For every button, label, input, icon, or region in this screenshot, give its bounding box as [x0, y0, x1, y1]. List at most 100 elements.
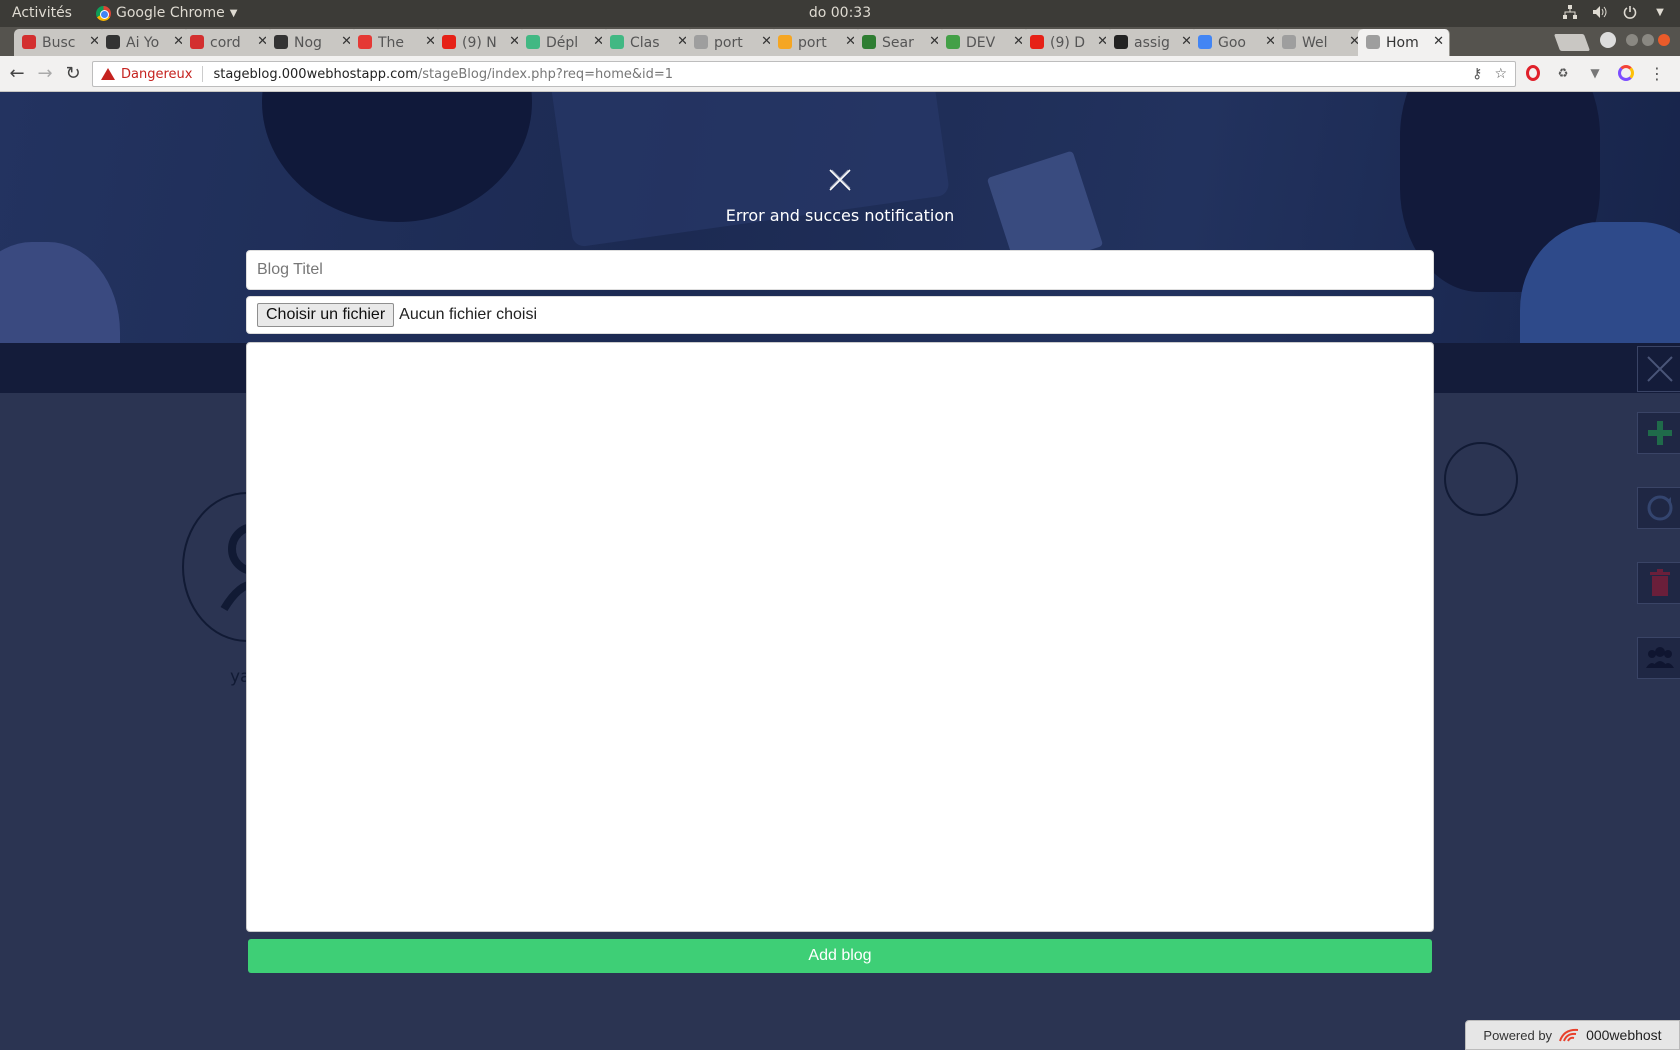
tab-label: Hom — [1386, 34, 1419, 51]
tab-label: Dépl — [546, 34, 579, 51]
powered-by-badge[interactable]: Powered by 000webhost — [1465, 1020, 1680, 1050]
tab-favicon-icon — [190, 35, 204, 49]
chrome-icon — [96, 5, 111, 21]
caret-down-icon: ▼ — [229, 7, 238, 19]
window-close-icon[interactable] — [1658, 34, 1670, 46]
tab-favicon-icon — [22, 35, 36, 49]
tab-favicon-icon — [1282, 35, 1296, 49]
tab-favicon-icon — [694, 35, 708, 49]
color-extension-icon[interactable] — [1618, 65, 1634, 81]
tab-favicon-icon — [1366, 35, 1380, 49]
tab-label: Ai Yo — [126, 34, 160, 51]
add-blog-button[interactable]: Add blog — [248, 939, 1432, 973]
network-icon[interactable] — [1562, 4, 1578, 20]
forward-arrow-icon[interactable]: → — [34, 62, 56, 84]
new-tab-button[interactable] — [1553, 34, 1591, 51]
000webhost-logo-icon — [1559, 1028, 1579, 1042]
tab-strip: Busc ✕ Ai Yo ✕ cord ✕ Nog ✕ The ✕ (9) N ✕ Dépl ✕ Clas ✕… — [0, 27, 1680, 56]
url-host[interactable]: stageblog.000webhostapp.com — [213, 67, 417, 82]
tab-1[interactable]: Ai Yo ✕ — [98, 29, 190, 56]
close-icon[interactable] — [826, 166, 854, 194]
tab-label: DEV — [966, 34, 996, 51]
tab-8[interactable]: port ✕ — [686, 29, 778, 56]
tab-label: Nog — [294, 34, 322, 51]
menu-dots-icon[interactable]: ⋮ — [1648, 64, 1666, 83]
page-content: ya Error and succes notification Choisir… — [0, 92, 1680, 1050]
star-icon[interactable]: ☆ — [1494, 66, 1507, 82]
notification-message: Error and succes notification — [725, 206, 955, 225]
tab-15[interactable]: Wel ✕ — [1274, 29, 1366, 56]
tab-3[interactable]: Nog ✕ — [266, 29, 358, 56]
tab-14[interactable]: Goo ✕ — [1190, 29, 1282, 56]
hero-illustration-head-left — [262, 92, 532, 222]
powered-label: Powered by — [1483, 1027, 1553, 1043]
blog-content-textarea[interactable] — [246, 342, 1434, 932]
sidebar-add-button[interactable] — [1637, 412, 1680, 454]
key-icon[interactable]: ⚷ — [1472, 66, 1482, 82]
recycle-extension-icon[interactable]: ♻ — [1554, 64, 1572, 82]
users-icon — [1646, 647, 1674, 668]
close-icon — [1647, 356, 1673, 382]
sidebar-refresh-button[interactable] — [1637, 487, 1680, 529]
tab-0[interactable]: Busc ✕ — [14, 29, 106, 56]
maximize-icon[interactable] — [1642, 34, 1654, 46]
warning-icon[interactable] — [101, 68, 115, 80]
omnibox[interactable]: Dangereux stageblog.000webhostapp.com /s… — [92, 61, 1516, 87]
tab-12[interactable]: (9) D ✕ — [1022, 29, 1114, 56]
tab-label: Sear — [882, 34, 914, 51]
minimize-icon[interactable] — [1626, 34, 1638, 46]
plus-icon — [1648, 421, 1672, 445]
sidebar-close-button[interactable] — [1637, 346, 1680, 392]
back-arrow-icon[interactable]: ← — [6, 62, 28, 84]
tab-label: Busc — [42, 34, 76, 51]
clock[interactable]: do 00:33 — [0, 5, 1680, 21]
tab-16[interactable]: Hom ✕ — [1358, 29, 1450, 56]
tab-label: port — [714, 34, 743, 51]
activities-button[interactable]: Activités — [12, 5, 72, 21]
tab-10[interactable]: Sear ✕ — [854, 29, 946, 56]
tab-favicon-icon — [1030, 35, 1044, 49]
file-upload-field: Choisir un fichier Aucun fichier choisi — [246, 296, 1434, 334]
trash-icon — [1650, 569, 1670, 596]
tab-label: (9) N — [462, 34, 497, 51]
tab-favicon-icon — [526, 35, 540, 49]
profile-icon[interactable] — [1600, 32, 1616, 48]
tab-favicon-icon — [610, 35, 624, 49]
sidebar-delete-button[interactable] — [1637, 562, 1680, 604]
tab-label: port — [798, 34, 827, 51]
vue-extension-icon[interactable]: ▼ — [1586, 64, 1604, 82]
window-controls — [1600, 32, 1670, 48]
sidebar-users-button[interactable] — [1637, 637, 1680, 679]
security-label[interactable]: Dangereux — [121, 67, 192, 82]
app-menu[interactable]: Google Chrome ▼ — [96, 5, 237, 21]
tab-11[interactable]: DEV ✕ — [938, 29, 1030, 56]
omnibox-divider — [202, 66, 204, 82]
tab-label: Clas — [630, 34, 660, 51]
tab-2[interactable]: cord ✕ — [182, 29, 274, 56]
app-name: Google Chrome — [116, 5, 225, 21]
file-status: Aucun fichier choisi — [399, 306, 537, 323]
reload-icon[interactable]: ↻ — [62, 62, 84, 84]
tab-5[interactable]: (9) N ✕ — [434, 29, 526, 56]
tab-6[interactable]: Dépl ✕ — [518, 29, 610, 56]
tab-favicon-icon — [358, 35, 372, 49]
tab-close-icon[interactable]: ✕ — [1433, 34, 1444, 49]
tab-label: The — [378, 34, 405, 51]
blog-title-input[interactable] — [246, 250, 1434, 290]
tab-7[interactable]: Clas ✕ — [602, 29, 694, 56]
power-icon[interactable] — [1622, 4, 1638, 20]
system-tray: ▼ — [1562, 4, 1668, 20]
volume-icon[interactable] — [1592, 4, 1608, 20]
url-path[interactable]: /stageBlog/index.php?req=home&id=1 — [418, 67, 673, 82]
caret-down-icon[interactable]: ▼ — [1652, 4, 1668, 20]
tab-favicon-icon — [778, 35, 792, 49]
tab-13[interactable]: assig ✕ — [1106, 29, 1198, 56]
tab-9[interactable]: port ✕ — [770, 29, 862, 56]
system-top-bar: Activités Google Chrome ▼ do 00:33 ▼ — [0, 0, 1680, 27]
tab-4[interactable]: The ✕ — [350, 29, 442, 56]
choose-file-button[interactable]: Choisir un fichier — [257, 303, 395, 327]
opera-extension-icon[interactable] — [1526, 65, 1540, 81]
extensions-area: ♻ ▼ ⋮ — [1526, 64, 1666, 83]
tab-label: Wel — [1302, 34, 1328, 51]
tab-favicon-icon — [442, 35, 456, 49]
